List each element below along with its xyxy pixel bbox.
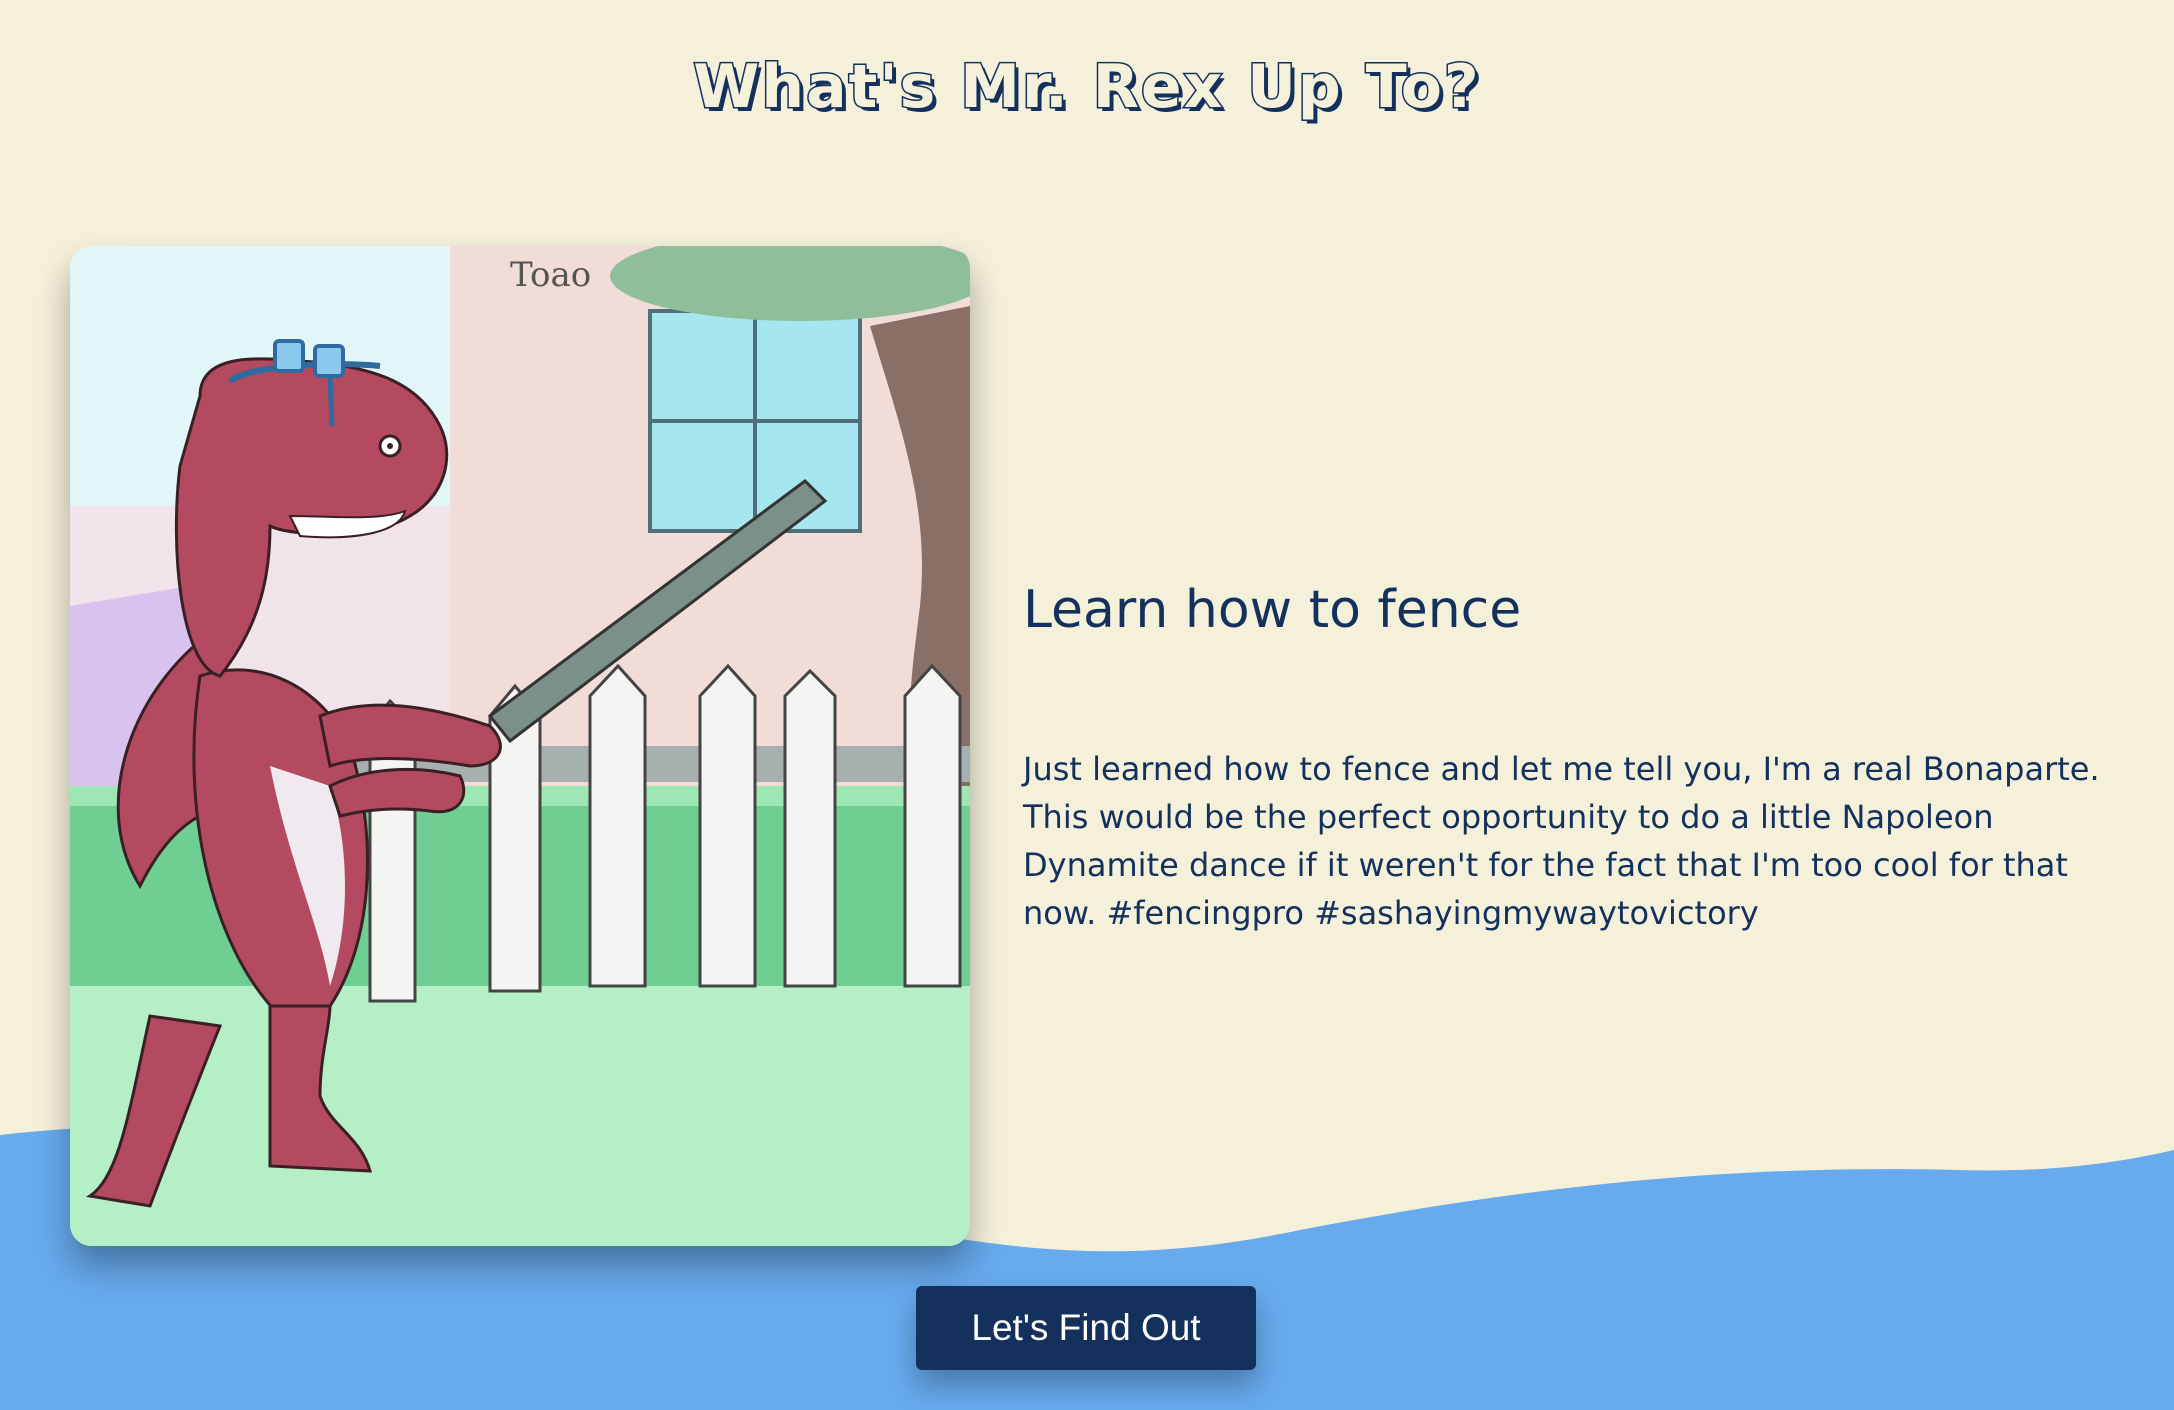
post-image: Toao — [70, 246, 970, 1246]
post-body: Just learned how to fence and let me tel… — [1023, 750, 2100, 932]
svg-text:Toao: Toao — [510, 255, 591, 295]
dinosaur-fencing-illustration: Toao — [70, 246, 970, 1246]
lets-find-out-button[interactable]: Let's Find Out — [916, 1286, 1256, 1370]
post-title: Learn how to fence — [1023, 580, 1522, 640]
page-title: What's Mr. Rex Up To? — [692, 51, 1481, 124]
